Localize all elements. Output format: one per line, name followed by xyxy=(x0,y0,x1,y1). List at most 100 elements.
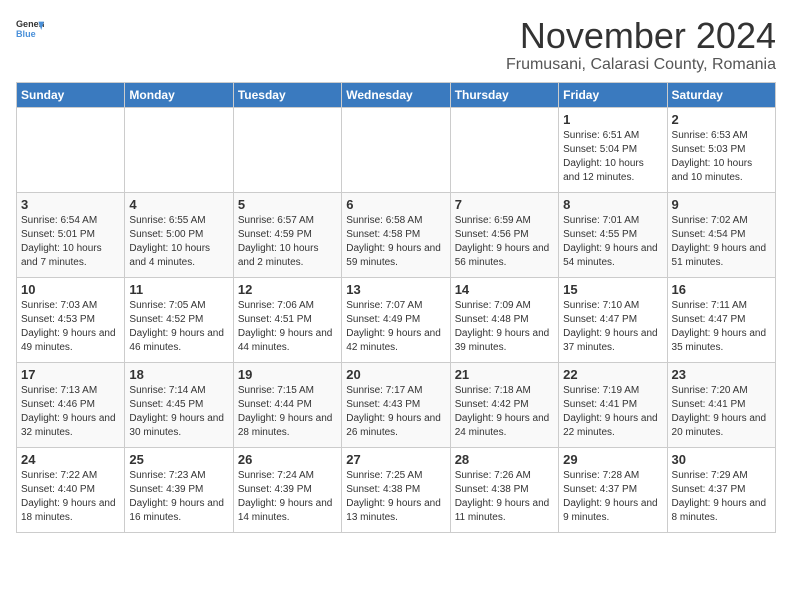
day-info: Sunrise: 6:58 AM Sunset: 4:58 PM Dayligh… xyxy=(346,214,445,270)
day-info: Sunrise: 7:29 AM Sunset: 4:37 PM Dayligh… xyxy=(672,469,771,525)
day-number: 14 xyxy=(455,282,554,297)
day-info: Sunrise: 7:06 AM Sunset: 4:51 PM Dayligh… xyxy=(238,299,337,355)
calendar-title: November 2024 xyxy=(506,16,776,56)
title-block: November 2024 Frumusani, Calarasi County… xyxy=(506,16,776,74)
day-number: 3 xyxy=(21,197,120,212)
day-number: 22 xyxy=(563,367,662,382)
day-info: Sunrise: 7:14 AM Sunset: 4:45 PM Dayligh… xyxy=(129,384,228,440)
calendar-cell: 4 Sunrise: 6:55 AM Sunset: 5:00 PM Daylig… xyxy=(125,192,233,277)
calendar-cell: 22 Sunrise: 7:19 AM Sunset: 4:41 PM Dayli… xyxy=(559,362,667,447)
day-info: Sunrise: 7:17 AM Sunset: 4:43 PM Dayligh… xyxy=(346,384,445,440)
calendar-cell: 10Sunrise: 7:03 AM Sunset: 4:53 PM Dayli… xyxy=(17,277,125,362)
day-info: Sunrise: 7:02 AM Sunset: 4:54 PM Dayligh… xyxy=(672,214,771,270)
day-info: Sunrise: 7:03 AM Sunset: 4:53 PM Dayligh… xyxy=(21,299,120,355)
calendar-cell: 5 Sunrise: 6:57 AM Sunset: 4:59 PM Daylig… xyxy=(233,192,341,277)
day-info: Sunrise: 6:54 AM Sunset: 5:01 PM Dayligh… xyxy=(21,214,120,270)
day-info: Sunrise: 7:09 AM Sunset: 4:48 PM Dayligh… xyxy=(455,299,554,355)
day-info: Sunrise: 6:57 AM Sunset: 4:59 PM Dayligh… xyxy=(238,214,337,270)
calendar-cell: 25 Sunrise: 7:23 AM Sunset: 4:39 PM Dayli… xyxy=(125,447,233,532)
calendar-cell: 6 Sunrise: 6:58 AM Sunset: 4:58 PM Daylig… xyxy=(342,192,450,277)
weekday-header-sunday: Sunday xyxy=(17,82,125,107)
calendar-cell: 12 Sunrise: 7:06 AM Sunset: 4:51 PM Dayli… xyxy=(233,277,341,362)
day-number: 16 xyxy=(672,282,771,297)
day-number: 27 xyxy=(346,452,445,467)
day-info: Sunrise: 7:01 AM Sunset: 4:55 PM Dayligh… xyxy=(563,214,662,270)
calendar-cell: 9Sunrise: 7:02 AM Sunset: 4:54 PM Daylig… xyxy=(667,192,775,277)
calendar-cell: 16 Sunrise: 7:11 AM Sunset: 4:47 PM Dayli… xyxy=(667,277,775,362)
day-info: Sunrise: 7:07 AM Sunset: 4:49 PM Dayligh… xyxy=(346,299,445,355)
weekday-header-thursday: Thursday xyxy=(450,82,558,107)
day-info: Sunrise: 7:10 AM Sunset: 4:47 PM Dayligh… xyxy=(563,299,662,355)
calendar-cell xyxy=(450,107,558,192)
day-number: 23 xyxy=(672,367,771,382)
day-number: 11 xyxy=(129,282,228,297)
calendar-cell: 29Sunrise: 7:28 AM Sunset: 4:37 PM Dayli… xyxy=(559,447,667,532)
weekday-header-row: SundayMondayTuesdayWednesdayThursdayFrid… xyxy=(17,82,776,107)
day-number: 13 xyxy=(346,282,445,297)
calendar-week-4: 17 Sunrise: 7:13 AM Sunset: 4:46 PM Dayli… xyxy=(17,362,776,447)
day-info: Sunrise: 7:28 AM Sunset: 4:37 PM Dayligh… xyxy=(563,469,662,525)
weekday-header-friday: Friday xyxy=(559,82,667,107)
day-info: Sunrise: 7:18 AM Sunset: 4:42 PM Dayligh… xyxy=(455,384,554,440)
calendar-cell xyxy=(17,107,125,192)
calendar-cell: 13 Sunrise: 7:07 AM Sunset: 4:49 PM Dayli… xyxy=(342,277,450,362)
logo-icon: General Blue xyxy=(16,16,44,44)
day-number: 18 xyxy=(129,367,228,382)
day-info: Sunrise: 7:11 AM Sunset: 4:47 PM Dayligh… xyxy=(672,299,771,355)
day-info: Sunrise: 6:51 AM Sunset: 5:04 PM Dayligh… xyxy=(563,129,662,185)
calendar-cell: 1Sunrise: 6:51 AM Sunset: 5:04 PM Daylig… xyxy=(559,107,667,192)
calendar-cell xyxy=(233,107,341,192)
calendar-cell: 11 Sunrise: 7:05 AM Sunset: 4:52 PM Dayli… xyxy=(125,277,233,362)
calendar-cell: 23 Sunrise: 7:20 AM Sunset: 4:41 PM Dayli… xyxy=(667,362,775,447)
calendar-cell: 17 Sunrise: 7:13 AM Sunset: 4:46 PM Dayli… xyxy=(17,362,125,447)
calendar-cell: 27Sunrise: 7:25 AM Sunset: 4:38 PM Dayli… xyxy=(342,447,450,532)
calendar-cell: 2Sunrise: 6:53 AM Sunset: 5:03 PM Daylig… xyxy=(667,107,775,192)
calendar-cell: 20 Sunrise: 7:17 AM Sunset: 4:43 PM Dayli… xyxy=(342,362,450,447)
svg-text:Blue: Blue xyxy=(16,29,36,39)
day-number: 6 xyxy=(346,197,445,212)
day-number: 17 xyxy=(21,367,120,382)
day-info: Sunrise: 7:24 AM Sunset: 4:39 PM Dayligh… xyxy=(238,469,337,525)
day-number: 26 xyxy=(238,452,337,467)
calendar-cell: 3 Sunrise: 6:54 AM Sunset: 5:01 PM Daylig… xyxy=(17,192,125,277)
calendar-week-2: 3 Sunrise: 6:54 AM Sunset: 5:01 PM Daylig… xyxy=(17,192,776,277)
weekday-header-wednesday: Wednesday xyxy=(342,82,450,107)
day-number: 8 xyxy=(563,197,662,212)
day-number: 21 xyxy=(455,367,554,382)
day-info: Sunrise: 6:55 AM Sunset: 5:00 PM Dayligh… xyxy=(129,214,228,270)
day-number: 15 xyxy=(563,282,662,297)
calendar-cell: 7Sunrise: 6:59 AM Sunset: 4:56 PM Daylig… xyxy=(450,192,558,277)
day-number: 28 xyxy=(455,452,554,467)
day-info: Sunrise: 6:59 AM Sunset: 4:56 PM Dayligh… xyxy=(455,214,554,270)
calendar-week-1: 1Sunrise: 6:51 AM Sunset: 5:04 PM Daylig… xyxy=(17,107,776,192)
calendar-week-3: 10Sunrise: 7:03 AM Sunset: 4:53 PM Dayli… xyxy=(17,277,776,362)
weekday-header-saturday: Saturday xyxy=(667,82,775,107)
weekday-header-tuesday: Tuesday xyxy=(233,82,341,107)
day-info: Sunrise: 7:15 AM Sunset: 4:44 PM Dayligh… xyxy=(238,384,337,440)
day-number: 20 xyxy=(346,367,445,382)
weekday-header-monday: Monday xyxy=(125,82,233,107)
calendar-table: SundayMondayTuesdayWednesdayThursdayFrid… xyxy=(16,82,776,533)
calendar-cell: 30 Sunrise: 7:29 AM Sunset: 4:37 PM Dayli… xyxy=(667,447,775,532)
day-info: Sunrise: 7:23 AM Sunset: 4:39 PM Dayligh… xyxy=(129,469,228,525)
calendar-cell: 18 Sunrise: 7:14 AM Sunset: 4:45 PM Dayli… xyxy=(125,362,233,447)
calendar-cell xyxy=(342,107,450,192)
day-number: 25 xyxy=(129,452,228,467)
calendar-cell: 21 Sunrise: 7:18 AM Sunset: 4:42 PM Dayli… xyxy=(450,362,558,447)
day-info: Sunrise: 7:19 AM Sunset: 4:41 PM Dayligh… xyxy=(563,384,662,440)
day-info: Sunrise: 7:05 AM Sunset: 4:52 PM Dayligh… xyxy=(129,299,228,355)
logo: General Blue xyxy=(16,16,44,44)
day-number: 4 xyxy=(129,197,228,212)
day-number: 30 xyxy=(672,452,771,467)
day-number: 19 xyxy=(238,367,337,382)
calendar-cell xyxy=(125,107,233,192)
day-number: 12 xyxy=(238,282,337,297)
calendar-cell: 26 Sunrise: 7:24 AM Sunset: 4:39 PM Dayli… xyxy=(233,447,341,532)
calendar-week-5: 24Sunrise: 7:22 AM Sunset: 4:40 PM Dayli… xyxy=(17,447,776,532)
calendar-cell: 19 Sunrise: 7:15 AM Sunset: 4:44 PM Dayli… xyxy=(233,362,341,447)
day-info: Sunrise: 7:20 AM Sunset: 4:41 PM Dayligh… xyxy=(672,384,771,440)
calendar-cell: 15 Sunrise: 7:10 AM Sunset: 4:47 PM Dayli… xyxy=(559,277,667,362)
day-number: 5 xyxy=(238,197,337,212)
day-info: Sunrise: 7:13 AM Sunset: 4:46 PM Dayligh… xyxy=(21,384,120,440)
calendar-cell: 28Sunrise: 7:26 AM Sunset: 4:38 PM Dayli… xyxy=(450,447,558,532)
